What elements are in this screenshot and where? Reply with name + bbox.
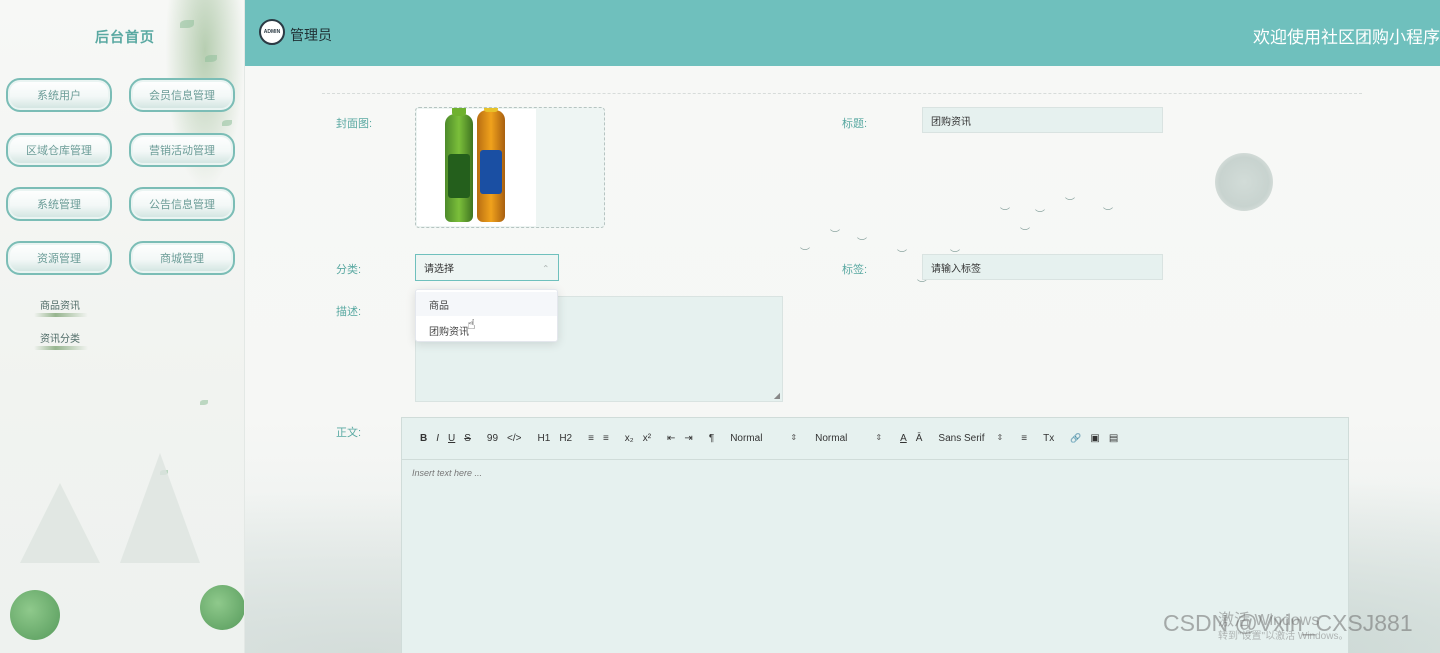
category-option-group-news[interactable]: 团购资讯 [416,318,557,342]
menu-region-warehouse[interactable]: 区域仓库管理 [6,133,112,167]
link-icon[interactable]: 🔗 [1070,433,1081,444]
menu-system-users[interactable]: 系统用户 [6,78,112,112]
leaf-decoration [200,400,208,405]
menu-marketing[interactable]: 营销活动管理 [129,133,235,167]
bullet-list-button[interactable]: ≡ [603,433,609,444]
menu-resource[interactable]: 资源管理 [6,241,112,275]
header-select-value: Normal [815,433,848,444]
size-select-value: Normal [730,433,763,444]
bird-decoration: ︶ [800,248,810,259]
bird-decoration: ︶ [1000,208,1010,219]
admin-avatar[interactable]: ADMIN [259,19,285,45]
menu-mall[interactable]: 商城管理 [129,241,235,275]
bird-decoration: ︶ [1065,198,1075,209]
sub-item-product-news[interactable]: 商品资讯 [40,297,80,312]
bird-decoration: ︶ [1035,210,1045,221]
size-select[interactable]: Normal ⇕ [730,433,797,444]
bird-decoration: ︶ [857,238,867,249]
category-select[interactable]: 请选择 ⌄ [415,254,559,281]
green-tea-bottle [445,108,473,222]
cover-label: 封面图: [336,118,373,130]
tags-label: 标签: [842,264,868,276]
image-icon[interactable]: ▣ [1090,433,1099,444]
sub-item-news-category[interactable]: 资讯分类 [40,330,80,345]
menu-system-manage[interactable]: 系统管理 [6,187,112,221]
top-header: ADMIN 管理员 欢迎使用社区团购小程序 [245,0,1440,66]
resize-handle-icon[interactable]: ◢ [774,391,780,400]
welcome-text: 欢迎使用社区团购小程序 [1253,28,1440,47]
description-label: 描述: [336,306,362,318]
tags-input[interactable]: 请输入标签 [922,254,1163,280]
header2-button[interactable]: H2 [559,433,572,444]
sub-item-underline [34,313,88,317]
bird-decoration: ︶ [1103,208,1113,219]
ordered-list-button[interactable]: ≡ [588,433,594,444]
blockquote-button[interactable]: 99 [487,433,498,444]
italic-button[interactable]: I [436,433,439,444]
lotus-leaf-decoration [200,585,244,630]
updown-arrow-icon: ⇕ [996,433,1004,442]
strike-button[interactable]: S [464,433,471,444]
cover-upload[interactable] [415,107,605,228]
sub-item-underline [34,346,88,350]
category-option-product[interactable]: 商品 [416,292,557,316]
bird-decoration: ︶ [897,250,907,261]
video-icon[interactable]: ▤ [1109,433,1118,444]
indent-button[interactable]: ⇥ [684,433,692,444]
editor-placeholder: Insert text here ... [412,468,483,478]
header-select[interactable]: Normal ⇕ [815,433,882,444]
moon-decoration [1215,153,1273,211]
text-direction-button[interactable]: ¶ [709,433,714,444]
body-label: 正文: [336,427,362,439]
lotus-leaf-decoration [10,590,60,640]
leaf-decoration [222,120,232,126]
code-block-button[interactable]: </> [507,433,521,444]
subscript-button[interactable]: x₂ [625,433,634,444]
background-color-button[interactable]: Ā [916,433,923,444]
main-content: ︶ ︶ ︶ ︶ ︶ ︶ ︶ ︶ ︶ ︶ ︶ 封面图: 标题: 团购资讯 分类: … [245,66,1440,653]
category-label: 分类: [336,264,362,276]
category-dropdown: 商品 团购资讯 [415,289,558,342]
editor-body[interactable]: Insert text here ... [402,460,1348,486]
hand-cursor-icon: ☝ [467,316,476,332]
menu-announcement[interactable]: 公告信息管理 [129,187,235,221]
mountain-decoration [20,483,100,563]
mountain-decoration [120,453,200,563]
bird-decoration: ︶ [1020,228,1030,239]
bird-decoration: ︶ [830,230,840,241]
admin-label[interactable]: 管理员 [290,25,332,45]
form-divider [322,93,1362,94]
leaf-decoration [205,55,217,62]
chevron-up-icon: ⌄ [542,263,550,273]
sidebar: 后台首页 系统用户 会员信息管理 区域仓库管理 营销活动管理 系统管理 公告信息… [0,0,245,653]
clean-format-button[interactable]: Tx [1043,433,1054,444]
font-select-value: Sans Serif [938,433,985,444]
cover-image [417,108,536,226]
title-label: 标题: [842,118,868,130]
outdent-button[interactable]: ⇤ [667,433,675,444]
updown-arrow-icon: ⇕ [790,433,798,442]
header1-button[interactable]: H1 [538,433,551,444]
menu-member-info[interactable]: 会员信息管理 [129,78,235,112]
leaf-decoration [180,20,194,28]
windows-activate-hint: 转到"设置"以激活 Windows。 [1218,631,1349,642]
underline-button[interactable]: U [448,433,455,444]
black-tea-bottle [477,108,505,222]
superscript-button[interactable]: x² [643,433,651,444]
avatar-text: ADMIN [263,29,281,35]
title-input[interactable]: 团购资讯 [922,107,1163,133]
font-select[interactable]: Sans Serif ⇕ [938,433,1003,444]
updown-arrow-icon: ⇕ [875,433,883,442]
category-select-value: 请选择 [424,264,454,275]
align-button[interactable]: ≡ [1021,433,1027,444]
bold-button[interactable]: B [420,433,427,444]
sidebar-home-title[interactable]: 后台首页 [95,27,155,47]
editor-toolbar: B I U S 99 </> H1 H2 ≡ ≡ x₂ x² ⇤ ⇥ ¶ Nor… [402,418,1348,460]
font-color-button[interactable]: A [900,433,907,444]
